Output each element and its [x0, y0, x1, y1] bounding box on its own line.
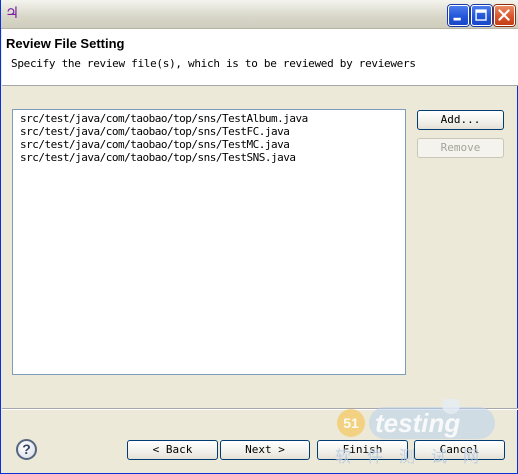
maximize-icon — [475, 9, 487, 21]
maximize-button[interactable] — [471, 5, 492, 26]
list-item[interactable]: src/test/java/com/taobao/top/sns/TestMC.… — [20, 138, 290, 151]
next-button[interactable]: Next > — [220, 440, 310, 460]
review-file-list[interactable]: src/test/java/com/taobao/top/sns/TestAlb… — [12, 109, 406, 375]
add-button[interactable]: Add... — [417, 110, 504, 130]
list-item[interactable]: src/test/java/com/taobao/top/sns/TestFC.… — [20, 125, 290, 138]
back-button[interactable]: < Back — [127, 440, 218, 460]
page-title: Review File Setting — [6, 36, 125, 51]
watermark-number: 51 — [343, 415, 359, 431]
watermark-brand: testing — [375, 408, 460, 438]
close-button[interactable] — [494, 5, 515, 26]
remove-button[interactable]: Remove — [417, 138, 504, 158]
cancel-button[interactable]: Cancel — [414, 440, 505, 460]
eclipse-purple-icon: ♃ — [4, 3, 20, 22]
minimize-button[interactable] — [448, 5, 469, 26]
footer-separator — [2, 408, 518, 410]
wizard-dialog: ♃ Review File Setting Specify the review… — [0, 0, 518, 474]
list-item[interactable]: src/test/java/com/taobao/top/sns/TestAlb… — [20, 112, 308, 125]
page-description: Specify the review file(s), which is to … — [11, 57, 416, 70]
watermark-logo: 51 testing 软件测试网 — [335, 399, 501, 474]
wizard-header: Review File Setting Specify the review f… — [2, 29, 518, 86]
help-icon[interactable]: ? — [16, 439, 37, 460]
close-icon — [498, 9, 510, 21]
minimize-icon — [453, 17, 461, 21]
list-item[interactable]: src/test/java/com/taobao/top/sns/TestSNS… — [20, 151, 296, 164]
title-bar[interactable]: ♃ — [1, 0, 518, 29]
finish-button[interactable]: Finish — [317, 440, 408, 460]
